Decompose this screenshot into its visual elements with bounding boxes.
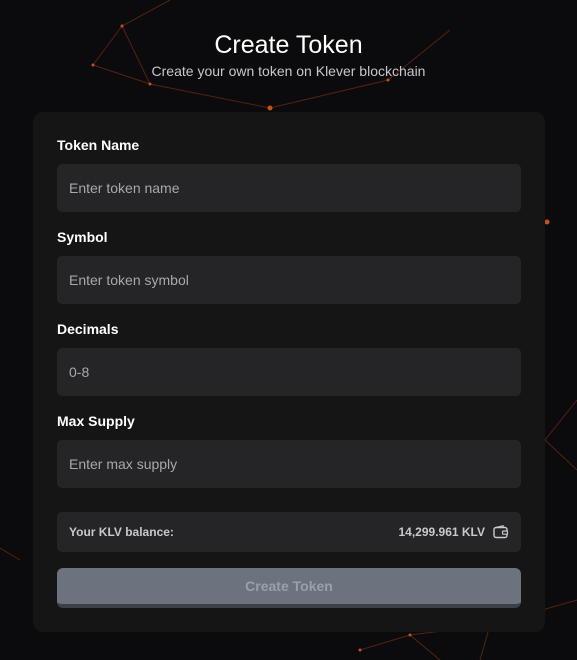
decimals-input[interactable] xyxy=(57,348,521,396)
symbol-label: Symbol xyxy=(57,229,108,245)
token-name-label: Token Name xyxy=(57,137,140,153)
decimals-label: Decimals xyxy=(57,321,119,337)
token-name-input[interactable] xyxy=(57,164,521,212)
page-header: Create Token Create your own token on Kl… xyxy=(0,30,577,80)
wallet-icon xyxy=(493,525,509,539)
page-subtitle: Create your own token on Klever blockcha… xyxy=(151,63,426,79)
balance-value: 14,299.961 KLV xyxy=(398,525,485,539)
balance-value-group: 14,299.961 KLV xyxy=(398,525,509,539)
max-supply-label: Max Supply xyxy=(57,413,135,429)
klv-balance-panel: Your KLV balance: 14,299.961 KLV xyxy=(57,512,521,552)
create-token-button[interactable]: Create Token xyxy=(57,568,521,608)
symbol-input[interactable] xyxy=(57,256,521,304)
balance-label: Your KLV balance: xyxy=(69,525,174,539)
create-token-form: Token Name Symbol Decimals Max Supply Yo… xyxy=(33,112,545,632)
page-title: Create Token xyxy=(214,31,363,59)
max-supply-input[interactable] xyxy=(57,440,521,488)
